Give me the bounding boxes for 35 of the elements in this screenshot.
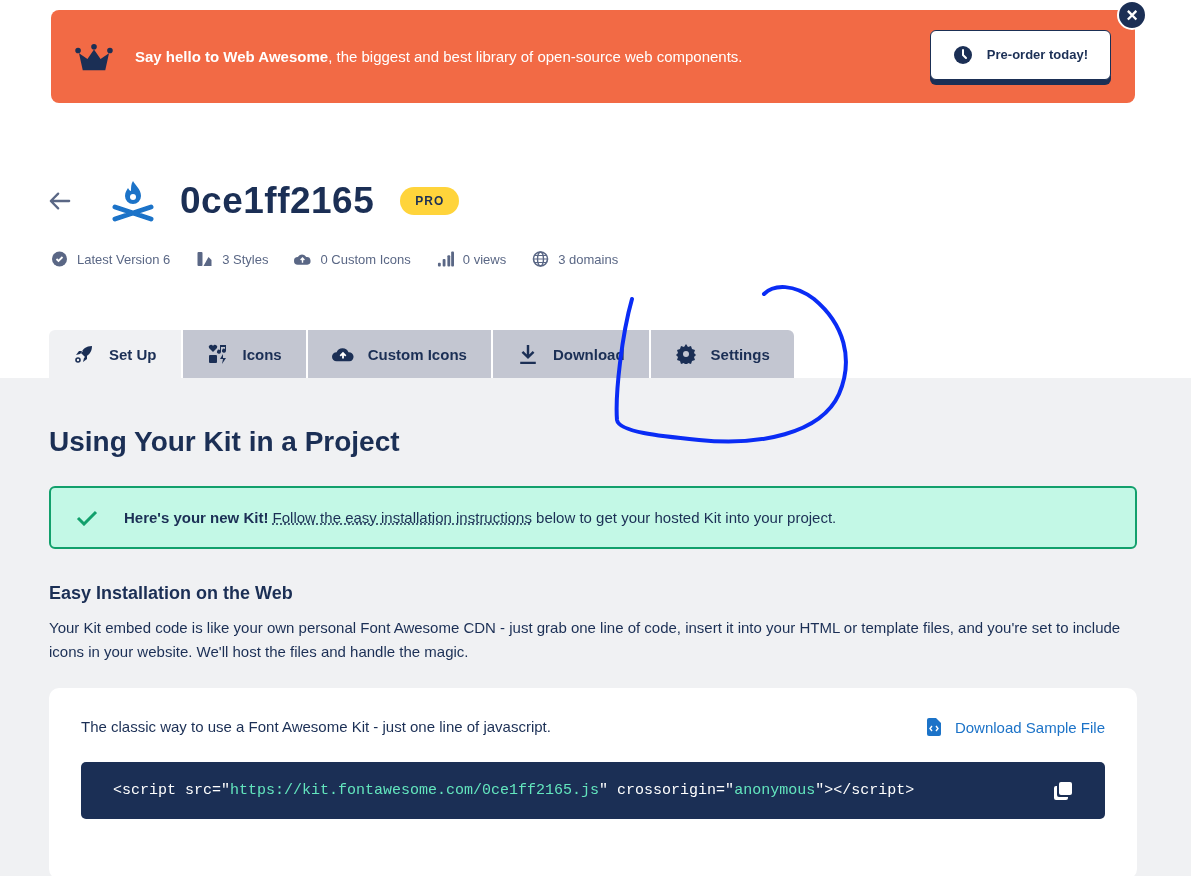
embed-code: <script src="https://kit.fontawesome.com/0ce1ff2165.js" crossorigin="anonymous"></script> [113,782,915,799]
back-arrow-icon[interactable] [49,191,71,211]
tab[interactable]: Icons [182,330,306,378]
copy-icon[interactable] [1053,780,1073,801]
stat-label: 3 domains [558,251,619,267]
kit-title: 0ce1ff2165 [180,180,375,222]
swatches-icon [196,251,214,267]
tab[interactable]: Custom Icons [307,330,491,378]
crown-icon [75,41,113,72]
campfire-logo-icon [111,180,155,222]
description-paragraph: Your Kit embed code is like your own personal Font Awesome CDN - just grab one line of code, insert it into your HTML or template files, and you're set to include icons in your website. We'll host the files and handle the magic. [49,618,1122,662]
globe-icon [532,251,550,267]
section-heading: Using Your Kit in a Project [49,426,401,458]
signal-bars-icon [436,251,454,267]
verified-badge-icon [51,251,68,267]
checkmark-icon [76,509,98,526]
stat-label: Latest Version 6 [77,251,171,267]
tab[interactable]: Set Up [49,330,181,378]
installation-instructions-link[interactable]: Follow the easy installation instructions [272,509,532,526]
settings-icon [674,344,697,364]
close-button[interactable]: × [1117,0,1147,30]
stat-label: 0 views [462,251,507,267]
rocket-icon [73,344,95,364]
tab[interactable]: Settings [650,330,794,378]
pro-badge: PRO [400,187,460,215]
card-description: The classic way to use a Font Awesome Kit - just one line of javascript. [81,718,551,736]
banner-message: Say hello to Web Awesome, the biggest and best library of open-source web components. [135,48,744,65]
stat-label: 3 Styles [222,251,269,267]
code-file-icon [926,718,941,736]
stat-label: 0 Custom Icons [320,251,411,267]
icons-collage-icon [206,344,229,364]
notice-text: Here's your new Kit! Follow the easy installation instructions below to get your hosted Kit into your project. [124,509,837,526]
clock-icon [952,44,973,65]
subsection-title: Easy Installation on the Web [49,583,294,604]
download-sample-link[interactable]: Download Sample File [926,718,1105,736]
